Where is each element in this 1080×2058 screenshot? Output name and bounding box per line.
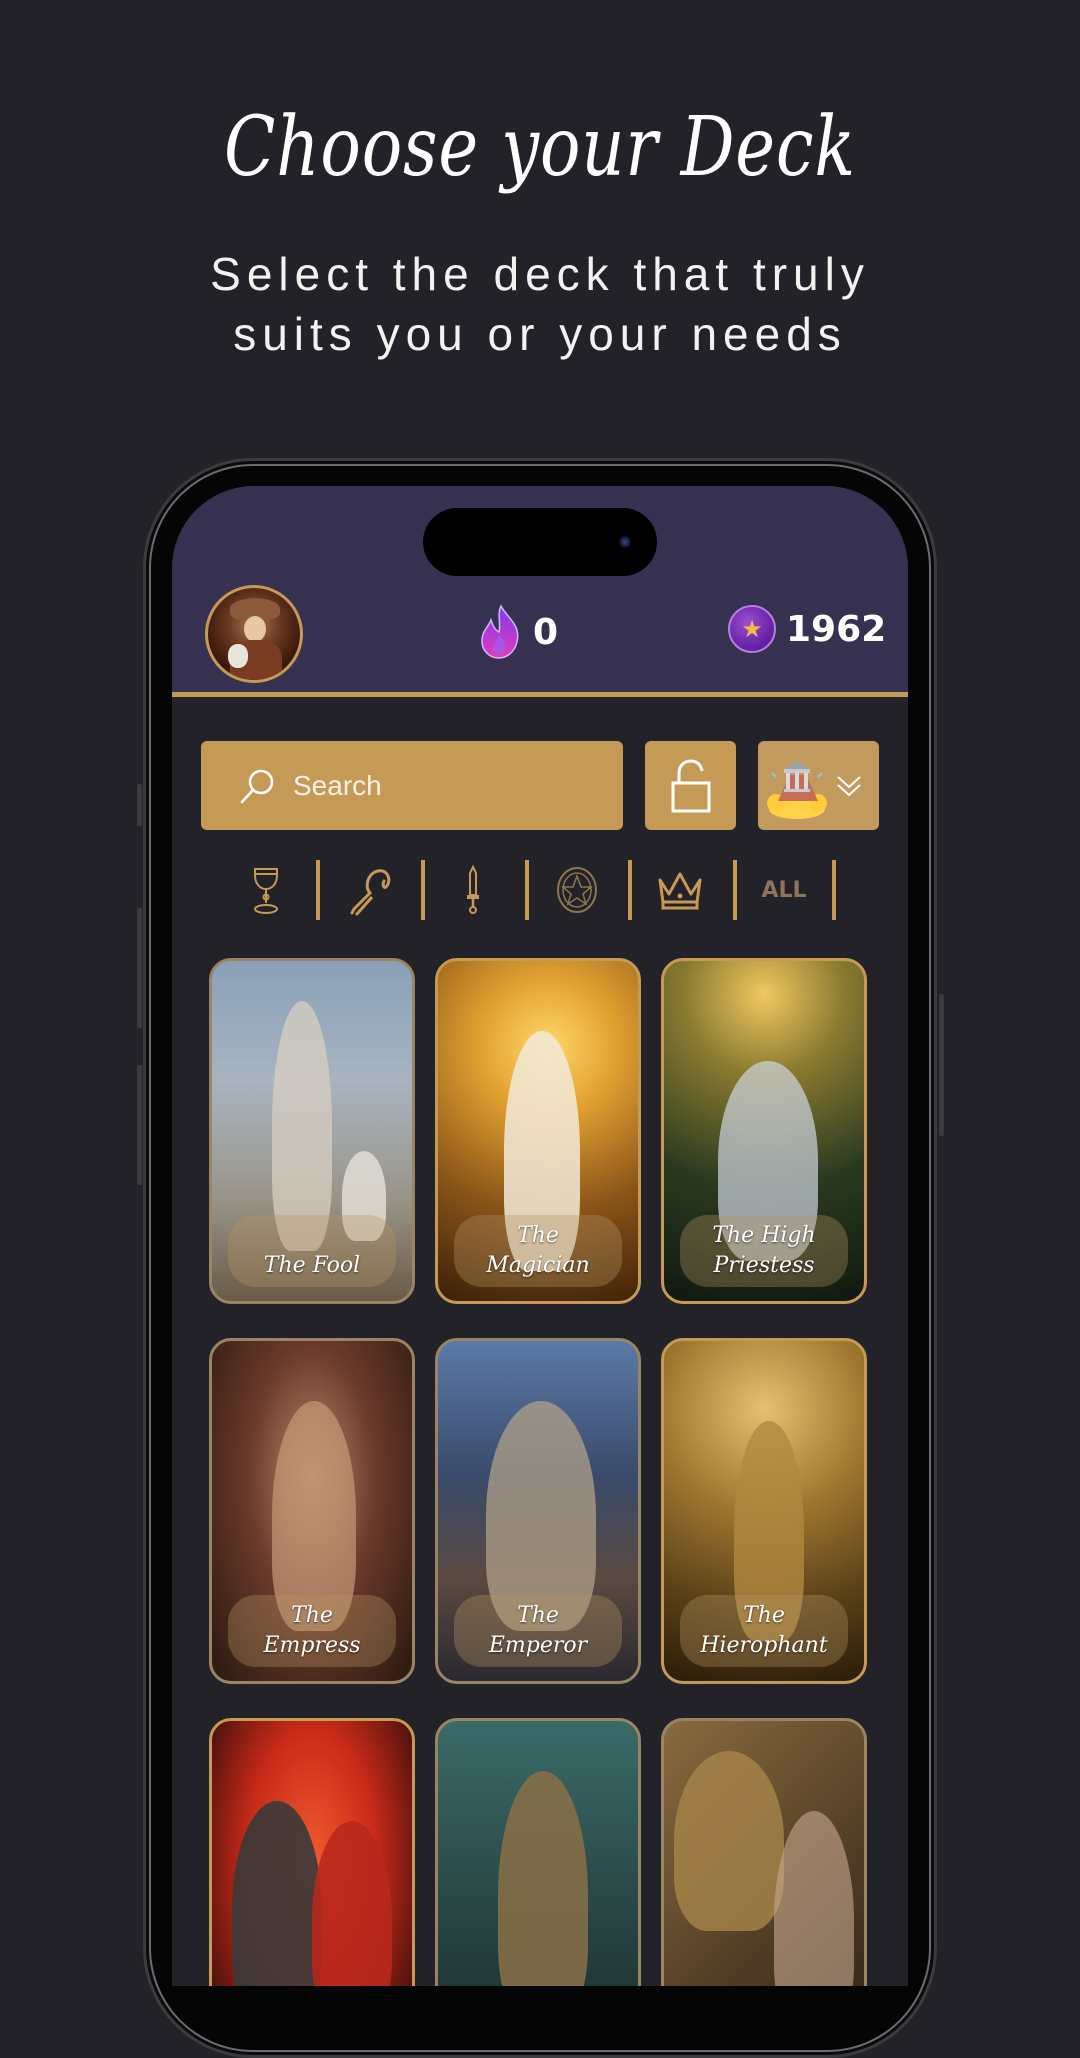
- deck-card[interactable]: [435, 1718, 641, 1986]
- filter-divider: [733, 860, 737, 920]
- deck-card[interactable]: The Emperor: [435, 1338, 641, 1684]
- unlocked-padlock-icon: [671, 758, 710, 812]
- phone-side-button-left-2: [137, 908, 142, 1028]
- lock-filter-button[interactable]: [645, 741, 736, 830]
- deck-card[interactable]: The High Priestess: [661, 958, 867, 1304]
- filter-pentacles[interactable]: [537, 860, 617, 920]
- filter-cups[interactable]: [226, 860, 306, 920]
- deck-card-title: The Emperor: [488, 1603, 588, 1658]
- staff-icon: [350, 869, 391, 916]
- deck-card[interactable]: The Magician: [435, 958, 641, 1304]
- filter-divider: [832, 860, 836, 920]
- search-icon: [240, 769, 274, 803]
- star-coin-icon: ★: [728, 605, 776, 653]
- search-placeholder: Search: [293, 769, 382, 801]
- promo-title: Choose your Deck: [224, 100, 856, 195]
- streak-count: 0: [533, 611, 559, 653]
- search-input[interactable]: Search: [201, 741, 623, 830]
- avatar[interactable]: [205, 585, 303, 683]
- phone-side-button-left-1: [137, 784, 142, 826]
- top-bar: 0 ★ 1962: [172, 486, 908, 692]
- deck-card-title: The Empress: [263, 1603, 361, 1658]
- phone-side-button-left-3: [137, 1065, 142, 1185]
- deck-card[interactable]: [661, 1718, 867, 1986]
- olympus-temple-icon: [766, 753, 828, 819]
- deck-card[interactable]: [209, 1718, 415, 1986]
- chalice-icon: [254, 868, 278, 914]
- deck-card[interactable]: The Empress: [209, 1338, 415, 1684]
- filter-divider: [525, 860, 529, 920]
- filter-divider: [628, 860, 632, 920]
- crown-icon: [658, 872, 702, 910]
- deck-card-title: The High Priestess: [712, 1223, 816, 1278]
- deck-card[interactable]: The Hierophant: [661, 1338, 867, 1684]
- flame-icon: [481, 604, 519, 659]
- phone-side-button-right: [939, 994, 944, 1136]
- deck-card-title: The Magician: [486, 1223, 590, 1278]
- filter-divider: [421, 860, 425, 920]
- app-screen: 0 ★ 1962 Search ALL The Fool The Magicia…: [172, 486, 908, 1986]
- header-divider: [172, 692, 908, 697]
- pentacle-coin-icon: [557, 867, 597, 913]
- camera-icon: [619, 536, 631, 548]
- deck-card[interactable]: The Fool: [209, 958, 415, 1304]
- promo-subtitle: Select the deck that truly suits you or …: [210, 248, 870, 360]
- suit-filter-bar: ALL: [172, 860, 908, 920]
- filter-swords[interactable]: [433, 860, 513, 920]
- deck-card-title: The Fool: [263, 1253, 361, 1278]
- filter-all[interactable]: ALL: [744, 860, 824, 920]
- coin-count: 1962: [786, 608, 887, 650]
- filter-all-label: ALL: [761, 877, 807, 903]
- deck-selector-dropdown[interactable]: [758, 741, 879, 830]
- sword-icon: [467, 865, 479, 914]
- filter-major-arcana[interactable]: [640, 860, 720, 920]
- filter-wands[interactable]: [330, 860, 410, 920]
- dynamic-island: [423, 508, 657, 576]
- deck-card-title: The Hierophant: [700, 1603, 828, 1658]
- filter-divider: [316, 860, 320, 920]
- streak-counter[interactable]: 0: [477, 604, 558, 660]
- coin-balance[interactable]: ★ 1962: [728, 605, 886, 653]
- double-chevron-down-icon: [837, 775, 861, 796]
